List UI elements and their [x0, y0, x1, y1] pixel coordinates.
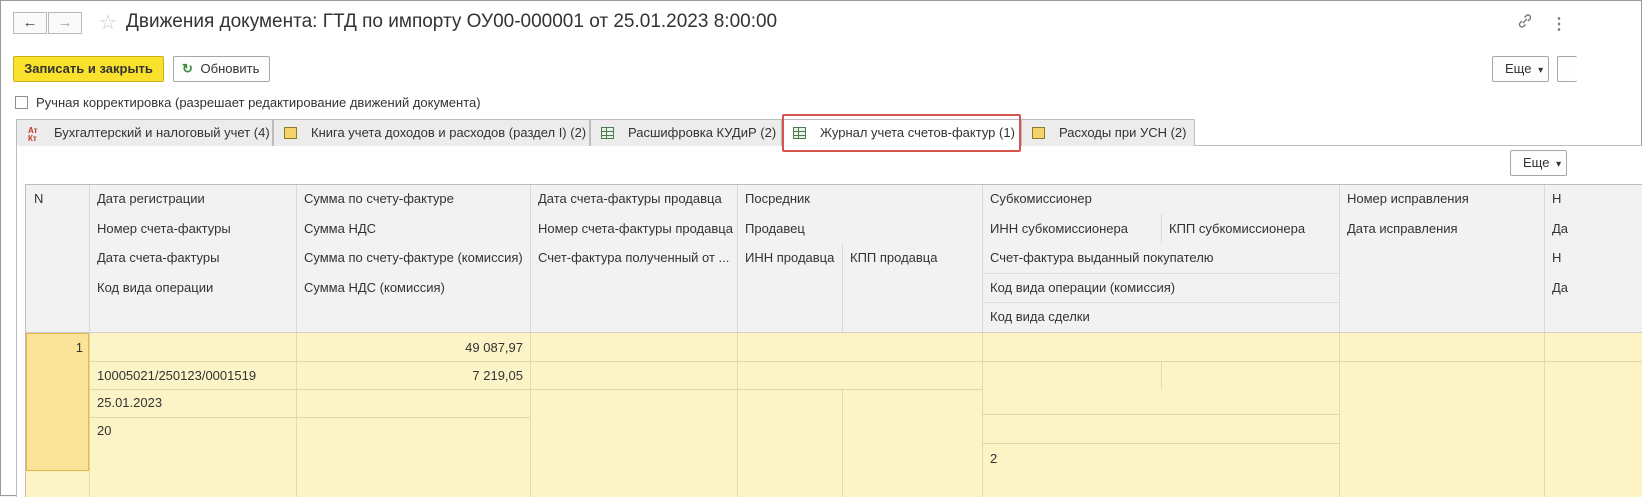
- header-seller-inn[interactable]: ИНН продавца: [737, 250, 842, 265]
- back-arrow-icon: ←: [22, 14, 38, 31]
- header-col7-line1[interactable]: Н: [1544, 191, 1642, 206]
- row-invoice-number[interactable]: 10005021/250123/0001519: [89, 368, 296, 383]
- tab-label: Бухгалтерский и налоговый учет (4): [54, 125, 270, 140]
- header-invoice-amount[interactable]: Сумма по счету-фактуре: [296, 191, 530, 206]
- header-correction-number[interactable]: Номер исправления: [1339, 191, 1544, 206]
- header-col7-line2[interactable]: Да: [1544, 221, 1642, 236]
- document-movements-window: ← → ☆ Движения документа: ГТД по импорту…: [0, 0, 1642, 497]
- more-button[interactable]: Еще ▾: [1492, 56, 1549, 82]
- header-vat-amount[interactable]: Сумма НДС: [296, 221, 530, 236]
- header-n[interactable]: N: [26, 191, 89, 206]
- header-subcommissioner-kpp[interactable]: КПП субкомиссионера: [1161, 221, 1339, 236]
- header-invoice-received-from[interactable]: Счет-фактура полученный от ...: [530, 250, 730, 265]
- header-seller-invoice-number[interactable]: Номер счета-фактуры продавца: [530, 221, 737, 236]
- header-registration-date[interactable]: Дата регистрации: [89, 191, 296, 206]
- more-vertical-icon[interactable]: ⋮: [1551, 14, 1567, 34]
- table-more-button[interactable]: Еще ▾: [1510, 150, 1567, 176]
- register-doc-icon: [284, 127, 297, 139]
- refresh-label: Обновить: [200, 61, 260, 76]
- window-title: Движения документа: ГТД по импорту ОУ00-…: [126, 11, 778, 32]
- table-grid-icon: [601, 127, 614, 139]
- forward-arrow-icon: →: [57, 14, 73, 31]
- header-invoice-issued-to-buyer[interactable]: Счет-фактура выданный покупателю: [982, 250, 1339, 265]
- header-seller-invoice-date[interactable]: Дата счета-фактуры продавца: [530, 191, 737, 206]
- header-subcommissioner-inn[interactable]: ИНН субкомиссионера: [982, 221, 1161, 236]
- header-intermediary[interactable]: Посредник: [737, 191, 982, 206]
- table-more-label: Еще: [1523, 155, 1550, 170]
- refresh-icon: ↻: [182, 61, 193, 76]
- header-subcommissioner[interactable]: Субкомиссионер: [982, 191, 1339, 206]
- header-col7-line3[interactable]: Н: [1544, 250, 1642, 265]
- header-seller-kpp[interactable]: КПП продавца: [842, 250, 982, 265]
- header-operation-code-commission[interactable]: Код вида операции (комиссия): [982, 280, 1339, 295]
- row-number[interactable]: 1: [26, 340, 83, 355]
- tab-label: Расшифровка КУДиР (2): [628, 125, 777, 140]
- register-doc-icon: [1032, 127, 1045, 139]
- header-vat-amount-commission[interactable]: Сумма НДС (комиссия): [296, 280, 530, 295]
- help-button-partial[interactable]: [1557, 56, 1577, 82]
- forward-button[interactable]: →: [48, 12, 82, 34]
- header-invoice-number[interactable]: Номер счета-фактуры: [89, 221, 296, 236]
- header-invoice-amount-commission[interactable]: Сумма по счету-фактуре (комиссия): [296, 250, 530, 265]
- refresh-button[interactable]: ↻ Обновить: [173, 56, 270, 82]
- row-operation-code[interactable]: 20: [89, 423, 296, 438]
- tab-kudir-income-expenses[interactable]: Книга учета доходов и расходов (раздел I…: [273, 119, 590, 146]
- header-operation-code[interactable]: Код вида операции: [89, 280, 296, 295]
- atkt-icon: Ат Кт: [28, 126, 38, 143]
- invoice-journal-table: N Дата регистрации Номер счета-фактуры Д…: [25, 184, 1642, 497]
- save-and-close-button[interactable]: Записать и закрыть: [13, 56, 164, 82]
- favorite-star-icon[interactable]: ☆: [99, 10, 117, 35]
- manual-edit-checkbox[interactable]: [15, 96, 28, 109]
- tab-kudir-breakdown[interactable]: Расшифровка КУДиР (2): [590, 119, 782, 146]
- tab-label: Расходы при УСН (2): [1059, 125, 1187, 140]
- row-invoice-date[interactable]: 25.01.2023: [89, 395, 296, 410]
- row-invoice-amount[interactable]: 49 087,97: [296, 340, 523, 355]
- row-deal-type-code[interactable]: 2: [982, 451, 1339, 466]
- header-correction-date[interactable]: Дата исправления: [1339, 221, 1544, 236]
- active-tab-highlight: [782, 114, 1021, 152]
- chevron-down-icon: ▾: [1556, 159, 1562, 170]
- tab-label: Книга учета доходов и расходов (раздел I…: [311, 125, 587, 140]
- row-vat-amount[interactable]: 7 219,05: [296, 368, 523, 383]
- back-button[interactable]: ←: [13, 12, 47, 34]
- more-button-label: Еще: [1505, 61, 1532, 76]
- tab-accounting-tax[interactable]: Ат Кт Бухгалтерский и налоговый учет (4): [16, 119, 273, 146]
- manual-edit-label: Ручная корректировка (разрешает редактир…: [36, 95, 481, 110]
- header-seller[interactable]: Продавец: [737, 221, 982, 236]
- link-icon[interactable]: [1517, 13, 1533, 32]
- chevron-down-icon: ▾: [1538, 65, 1544, 76]
- header-deal-type-code[interactable]: Код вида сделки: [982, 309, 1339, 324]
- header-invoice-date[interactable]: Дата счета-фактуры: [89, 250, 296, 265]
- header-col7-line4[interactable]: Да: [1544, 280, 1642, 295]
- tab-usn-expenses[interactable]: Расходы при УСН (2): [1021, 119, 1195, 146]
- table-row[interactable]: [26, 333, 1642, 497]
